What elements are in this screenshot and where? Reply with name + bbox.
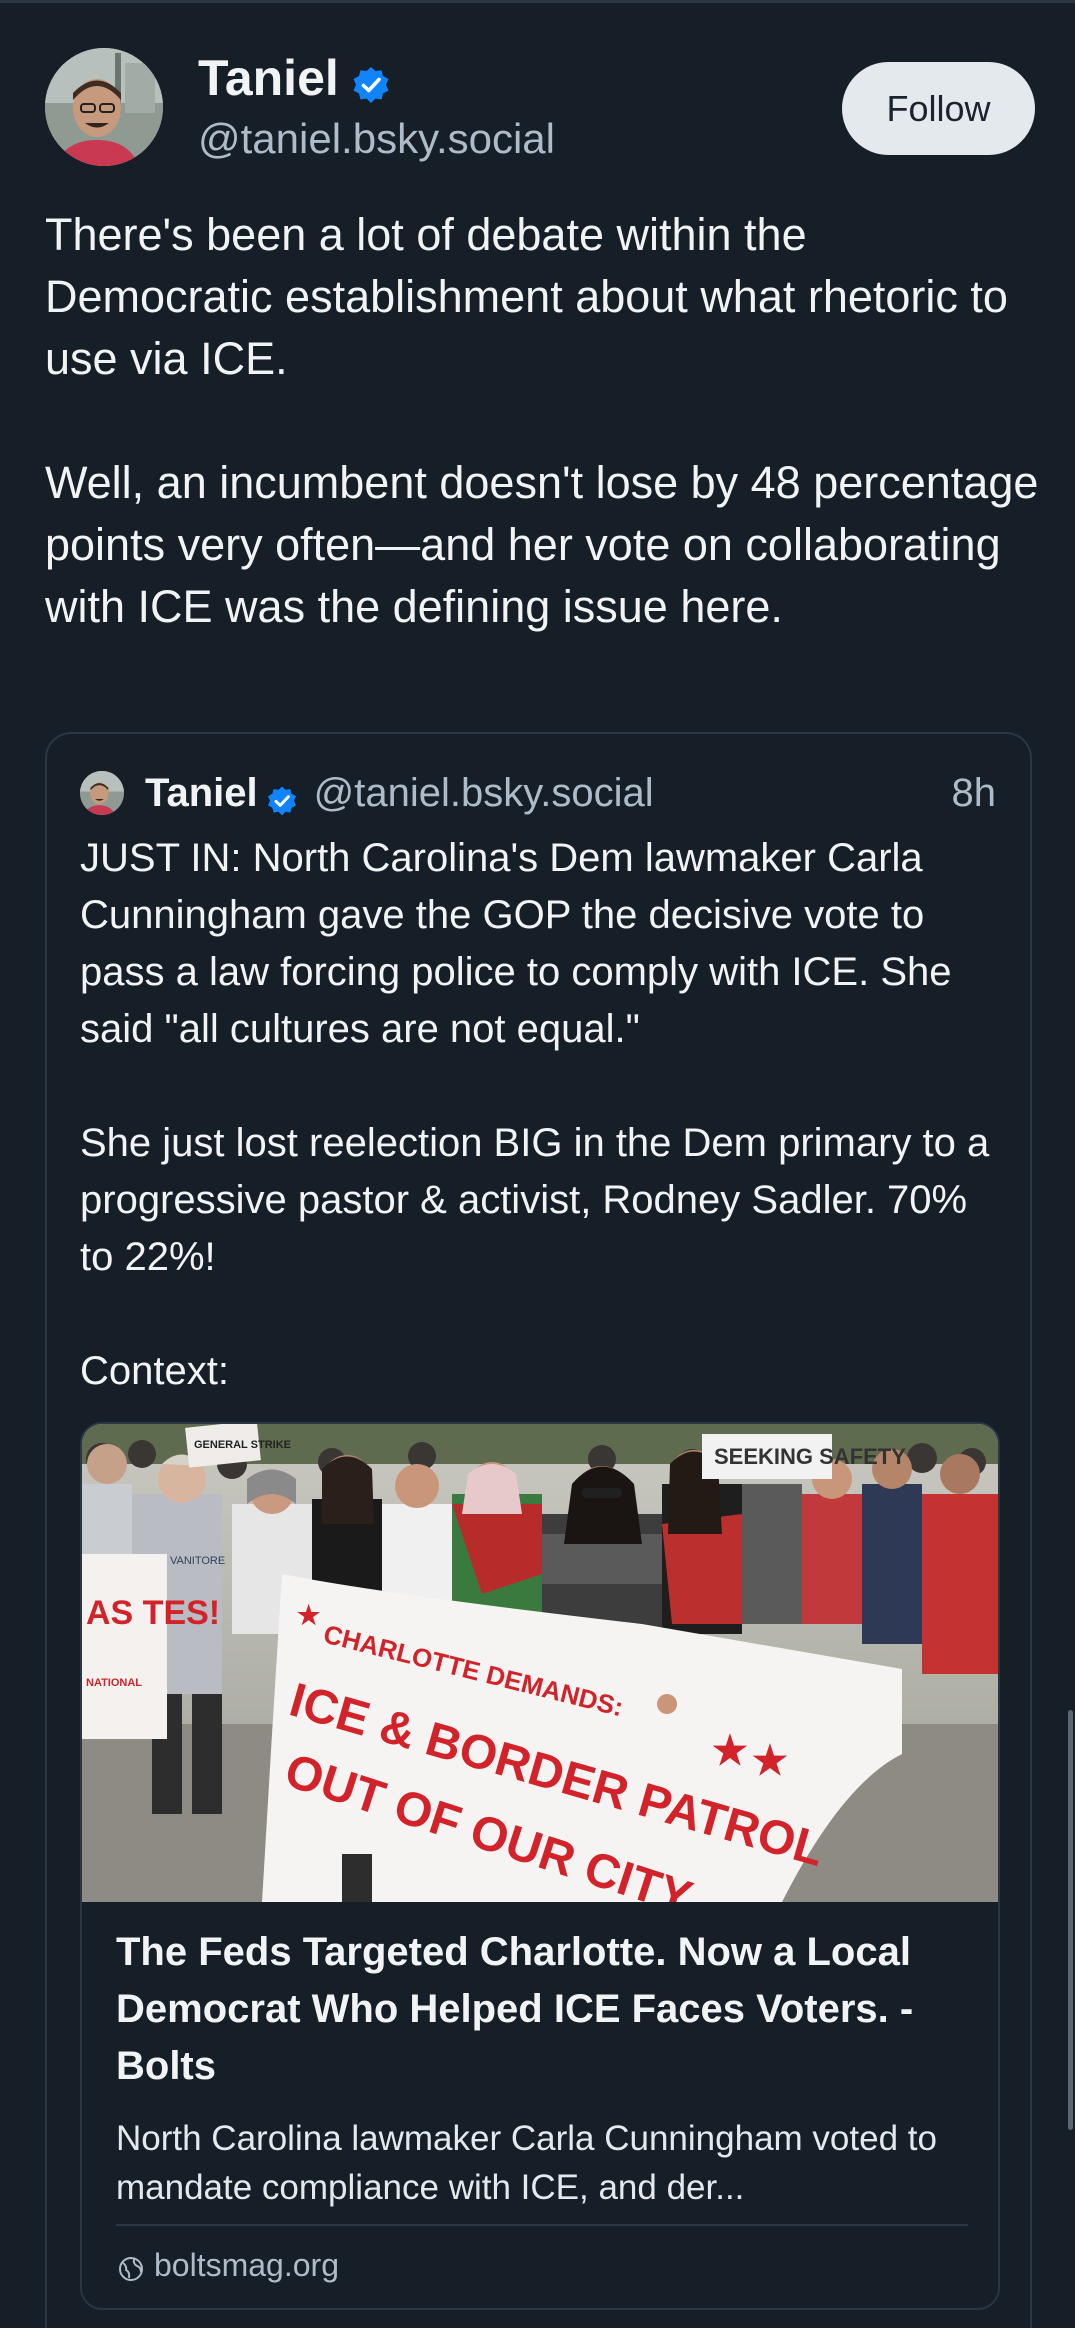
quoted-author-avatar[interactable] [80,771,124,815]
link-preview-title[interactable]: The Feds Targeted Charlotte. Now a Local… [116,1924,976,2095]
link-preview-image[interactable]: GENERAL STRIKE SEEKING SAFETY AS TES! NA… [82,1424,998,1925]
post-paragraph: There's been a lot of debate within the … [45,209,1008,384]
quoted-paragraph: She just lost reelection BIG in the Dem … [80,1121,990,1279]
link-preview-domain-row: boltsmag.org [116,2242,339,2288]
link-preview-divider [116,2224,968,2226]
svg-text:★: ★ [752,1739,788,1783]
sign-left-text: AS TES! [86,1594,220,1632]
author-name[interactable]: Taniel [198,48,339,108]
shirt-text: VANITORE [170,1555,225,1567]
globe-icon [116,2250,146,2281]
quoted-post-card[interactable]: Taniel @taniel.bsky.social 8h JUST IN: N… [45,732,1032,2328]
svg-text:★: ★ [297,1600,321,1630]
sign-right-text: SEEKING SAFETY [714,1444,906,1469]
quoted-paragraph: Context: [80,1349,229,1393]
quoted-author-name[interactable]: Taniel [145,766,258,820]
verified-badge-icon [351,58,391,103]
scrollbar[interactable] [1068,1710,1073,2130]
quoted-paragraph: JUST IN: North Carolina's Dem lawmaker C… [80,836,952,1051]
quoted-post-time: 8h [951,771,997,815]
quoted-author-handle[interactable]: @taniel.bsky.social [314,766,654,820]
sign-left-small-text: NATIONAL [86,1677,142,1689]
link-preview-domain: boltsmag.org [154,2247,339,2283]
post-body: There's been a lot of debate within the … [45,204,1045,638]
link-preview-description: North Carolina lawmaker Carla Cunningham… [116,2119,937,2207]
quoted-post-body: JUST IN: North Carolina's Dem lawmaker C… [80,830,1010,1400]
link-preview-card[interactable]: GENERAL STRIKE SEEKING SAFETY AS TES! NA… [80,1422,1000,2310]
author-avatar[interactable] [45,48,163,166]
author-handle[interactable]: @taniel.bsky.social [198,112,555,166]
verified-badge-icon [266,777,298,816]
quoted-author-row[interactable]: Taniel @taniel.bsky.social [145,766,654,820]
author-name-row[interactable]: Taniel [198,48,391,108]
svg-text:★: ★ [712,1729,748,1773]
post-paragraph: Well, an incumbent doesn't lose by 48 pe… [45,457,1039,632]
follow-button[interactable]: Follow [842,62,1035,155]
sign-top-text: GENERAL STRIKE [194,1439,291,1451]
top-edge-divider [0,0,1075,3]
